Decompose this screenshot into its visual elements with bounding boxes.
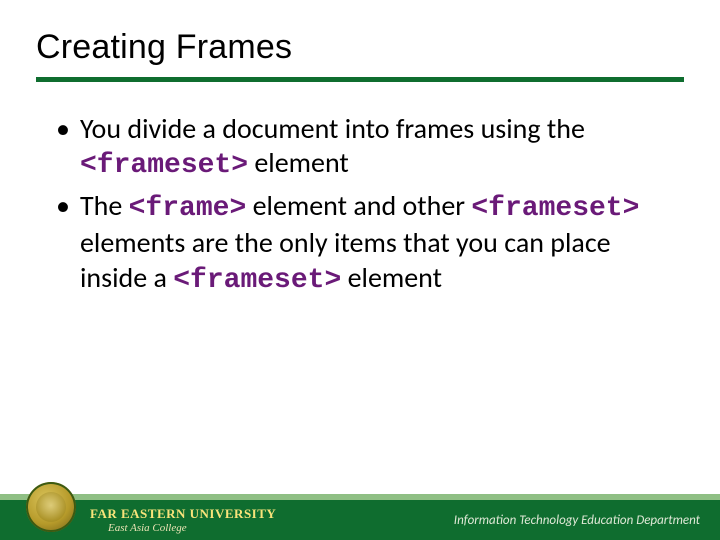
college-name: East Asia College <box>90 522 276 534</box>
text-run: element and other <box>246 188 471 223</box>
slide-title: Creating Frames <box>36 28 684 67</box>
text-run: element <box>341 260 442 295</box>
text-run: element <box>248 145 349 180</box>
bullet-item: The <frame> element and other <frameset>… <box>56 189 664 297</box>
footer: FAR EASTERN UNIVERSITY East Asia College… <box>0 480 720 540</box>
title-wrap: Creating Frames <box>0 0 720 67</box>
department-name: Information Technology Education Departm… <box>454 513 700 528</box>
bullet-item: You divide a document into frames using … <box>56 112 664 183</box>
university-seal-icon <box>26 482 76 532</box>
code-token: <frameset> <box>471 193 639 224</box>
bullet-list: You divide a document into frames using … <box>56 112 664 298</box>
university-name: FAR EASTERN UNIVERSITY <box>90 506 276 522</box>
content-area: You divide a document into frames using … <box>0 82 720 298</box>
slide: Creating Frames You divide a document in… <box>0 0 720 540</box>
code-token: <frameset> <box>173 265 341 296</box>
text-run: You divide a document into frames using … <box>80 111 585 146</box>
code-token: <frameset> <box>80 150 248 181</box>
code-token: <frame> <box>129 193 247 224</box>
university-block: FAR EASTERN UNIVERSITY East Asia College <box>90 506 276 534</box>
text-run: The <box>80 188 129 223</box>
